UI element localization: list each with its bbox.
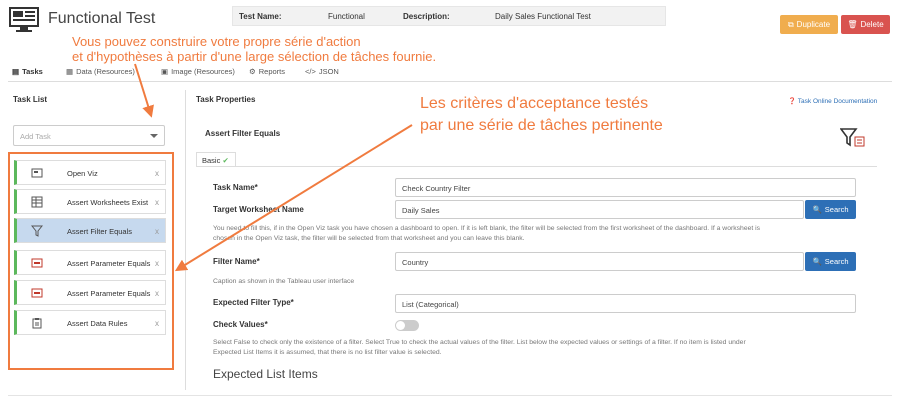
task-label: Assert Data Rules	[67, 319, 128, 328]
task-item[interactable]: Assert Data Rules x	[14, 310, 166, 335]
check-values-toggle[interactable]	[395, 320, 419, 331]
tab-basic[interactable]: Basic ✔	[196, 152, 236, 167]
tab-tasks[interactable]: ▤ Tasks	[12, 67, 43, 76]
duplicate-button[interactable]: ⧉ Duplicate	[780, 15, 838, 34]
code-icon: </>	[305, 67, 316, 76]
task-item[interactable]: Open Viz x	[14, 160, 166, 185]
remove-task-icon[interactable]: x	[155, 227, 159, 236]
page-title: Functional Test	[48, 10, 156, 27]
task-item[interactable]: Assert Parameter Equals x	[14, 280, 166, 305]
filter-type-label: Expected Filter Type*	[213, 298, 294, 307]
delete-button[interactable]: 🗑 Delete	[841, 15, 890, 34]
task-label: Assert Worksheets Exist	[67, 198, 149, 207]
task-name-input[interactable]: Check Country Filter	[395, 178, 856, 197]
image-icon: ▣	[161, 67, 169, 76]
task-list-title: Task List	[13, 95, 48, 104]
search-label: Search	[824, 257, 849, 266]
task-header: Assert Filter Equals	[205, 129, 281, 138]
question-circle-icon: ❓	[788, 98, 797, 105]
viz-icon	[31, 168, 43, 178]
search-icon: 🔍	[812, 257, 822, 266]
tasks-icon: ▤	[12, 67, 20, 76]
tab-label: Tasks	[22, 67, 43, 76]
check-help-line2: Expected List Items it is assumed, that …	[213, 348, 442, 356]
copy-icon: ⧉	[787, 19, 794, 29]
worksheet-help-text: You need to fill this, if in the Open Vi…	[213, 224, 863, 243]
monitor-icon	[9, 7, 39, 32]
clipboard-icon	[32, 318, 42, 329]
search-icon: 🔍	[812, 205, 822, 214]
task-label: Open Viz	[67, 169, 98, 178]
annotation-top-line2: et d'hypothèses à partir d'une large sél…	[72, 49, 437, 64]
task-item[interactable]: Assert Worksheets Exist x	[14, 189, 166, 214]
doc-link-label: Task Online Documentation	[797, 98, 878, 105]
tab-reports[interactable]: ⚙ Reports	[249, 67, 285, 76]
check-values-label: Check Values*	[213, 320, 268, 329]
basic-tab-label: Basic	[202, 156, 221, 165]
remove-task-icon[interactable]: x	[155, 198, 159, 207]
task-documentation-link[interactable]: ❓ Task Online Documentation	[788, 97, 877, 105]
remove-task-icon[interactable]: x	[155, 319, 159, 328]
remove-task-icon[interactable]: x	[155, 169, 159, 178]
filter-search-button[interactable]: 🔍 Search	[805, 252, 856, 271]
add-task-placeholder: Add Task	[20, 132, 51, 141]
check-icon: ✔	[222, 156, 229, 165]
trash-icon: 🗑	[847, 20, 858, 29]
remove-task-icon[interactable]: x	[155, 259, 159, 268]
tab-label: Image (Resources)	[171, 67, 235, 76]
task-label: Assert Parameter Equals	[67, 259, 151, 268]
tab-bar: ▤ Tasks ▦ Data (Resources) ▣ Image (Resourc…	[8, 64, 892, 82]
worksheet-label: Target Worksheet Name	[213, 205, 304, 214]
filter-icon	[31, 225, 43, 237]
worksheet-help-line2: chosen in the Open Viz task, the filter …	[213, 234, 525, 242]
worksheet-icon	[31, 196, 43, 208]
chevron-down-icon	[150, 134, 158, 138]
worksheet-input[interactable]: Daily Sales	[395, 200, 804, 219]
task-label: Assert Filter Equals	[67, 227, 133, 236]
check-values-help: Select False to check only the existence…	[213, 338, 863, 357]
gear-icon: ⚙	[249, 67, 256, 76]
worksheet-search-button[interactable]: 🔍 Search	[805, 200, 856, 219]
tab-image[interactable]: ▣ Image (Resources)	[161, 67, 235, 76]
worksheet-help-line1: You need to fill this, if in the Open Vi…	[213, 225, 761, 232]
remove-task-icon[interactable]: x	[155, 289, 159, 298]
database-icon: ▦	[66, 67, 74, 76]
duplicate-label: Duplicate	[796, 20, 831, 29]
filter-settings-icon[interactable]	[840, 128, 866, 148]
test-name-label: Test Name:	[239, 12, 282, 21]
tab-data[interactable]: ▦ Data (Resources)	[66, 67, 135, 76]
task-item[interactable]: Assert Parameter Equals x	[14, 250, 166, 275]
expected-list-heading: Expected List Items	[213, 367, 318, 381]
task-name-label: Task Name*	[213, 183, 258, 192]
add-task-select[interactable]: Add Task	[13, 125, 165, 146]
annotation-top-line1: Vous pouvez construire votre propre séri…	[72, 34, 361, 49]
task-item-selected[interactable]: Assert Filter Equals x	[14, 218, 166, 243]
search-label: Search	[824, 205, 849, 214]
task-label: Assert Parameter Equals	[67, 289, 151, 298]
tab-label: JSON	[318, 67, 339, 76]
filter-name-label: Filter Name*	[213, 257, 260, 266]
task-properties-title: Task Properties	[196, 95, 256, 104]
divider	[8, 395, 892, 396]
check-help-line1: Select False to check only the existence…	[213, 339, 746, 346]
annotation-top: Vous pouvez construire votre propre séri…	[72, 34, 436, 64]
tab-json[interactable]: </> JSON	[305, 67, 339, 76]
filter-type-select[interactable]: List (Categorical)	[395, 294, 856, 313]
filter-name-input[interactable]: Country	[395, 252, 804, 271]
test-meta-bar: Test Name: Functional Description: Daily…	[232, 6, 666, 26]
description-value: Daily Sales Functional Test	[495, 12, 591, 21]
test-name-value: Functional	[328, 12, 365, 21]
tab-label: Reports	[258, 67, 285, 76]
delete-label: Delete	[860, 20, 884, 29]
parameter-icon	[31, 288, 43, 298]
tab-label: Data (Resources)	[76, 67, 135, 76]
description-label: Description:	[403, 12, 450, 21]
parameter-icon	[31, 258, 43, 268]
filter-help-text: Caption as shown in the Tableau user int…	[213, 278, 355, 285]
